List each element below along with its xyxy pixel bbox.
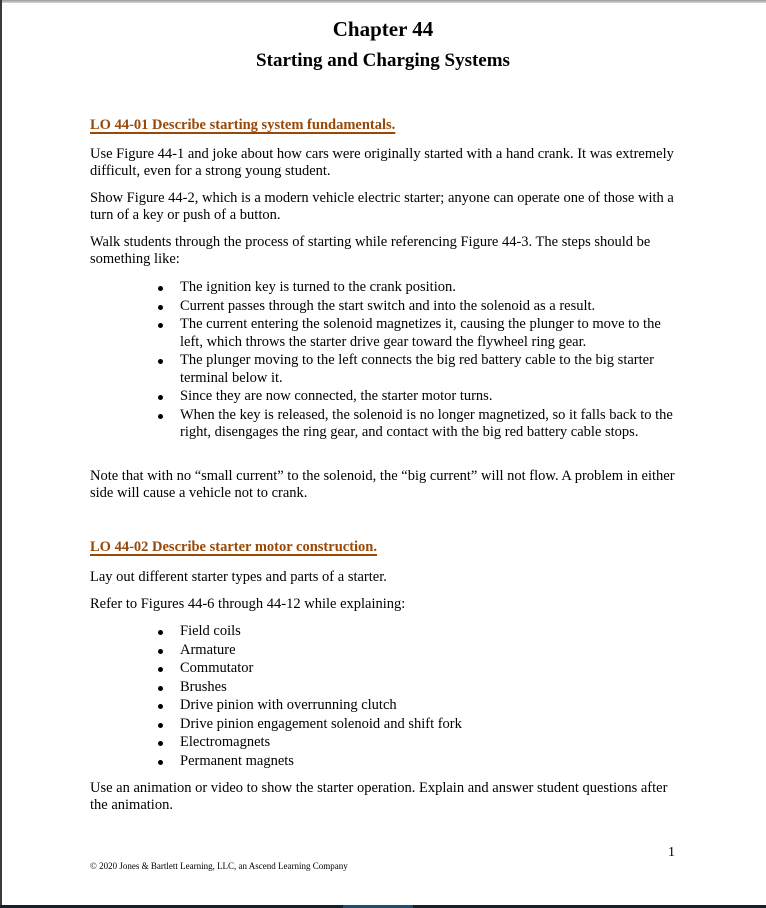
paragraph: Lay out different starter types and part… — [90, 569, 387, 585]
paragraph: Walk students through the process of sta… — [90, 234, 651, 267]
bullet-icon — [158, 722, 163, 728]
bullet-icon — [158, 741, 163, 746]
bullet-icon — [158, 685, 163, 691]
section-heading-lo-44-01: LO 44-01 Describe starting system fundam… — [90, 117, 396, 133]
list-item-text: The current entering the solenoid magnet… — [180, 316, 661, 350]
list-item-text: Commutator — [180, 660, 254, 676]
bullet-icon — [158, 630, 163, 635]
bullet-icon — [158, 648, 163, 654]
list-item-text: Permanent magnets — [180, 752, 294, 769]
chapter-title: Chapter 44 — [332, 17, 434, 41]
bullet-icon — [158, 667, 163, 672]
starter-parts-list: Field coils Armature Commutator Brushes … — [158, 623, 678, 771]
bullet-icon — [158, 359, 163, 364]
list-item: Field coils — [158, 623, 678, 641]
list-item-text: Current passes through the start switch … — [180, 297, 596, 314]
list-item: Drive pinion with overrunning clutch — [158, 697, 678, 715]
bullet-icon — [158, 413, 163, 419]
starting-steps-list: The ignition key is turned to the crank … — [158, 279, 678, 443]
list-item-text: Drive pinion with overrunning clutch — [180, 697, 397, 713]
chapter-subtitle: Starting and Charging Systems — [256, 50, 510, 71]
paragraph: Use Figure 44-1 and joke about how cars … — [90, 146, 674, 179]
list-item: Brushes — [158, 679, 678, 697]
list-item-text: Since they are now connected, the starte… — [180, 388, 493, 404]
list-item: When the key is released, the solenoid i… — [158, 407, 678, 442]
list-item-text: Brushes — [180, 678, 227, 695]
list-item: Since they are now connected, the starte… — [158, 388, 678, 406]
list-item: Electromagnets — [158, 734, 678, 752]
paragraph: Show Figure 44-2, which is a modern vehi… — [90, 190, 674, 223]
paragraph: Use an animation or video to show the st… — [90, 780, 668, 813]
list-item-text: Armature — [180, 641, 236, 658]
paragraph: Note that with no “small current” to the… — [90, 468, 675, 501]
list-item-text: The plunger moving to the left connects … — [180, 352, 654, 386]
footer-copyright: © 2020 Jones & Bartlett Learning, LLC, a… — [90, 861, 348, 871]
list-item: The current entering the solenoid magnet… — [158, 316, 678, 351]
list-item: The plunger moving to the left connects … — [158, 352, 678, 387]
list-item-text: When the key is released, the solenoid i… — [180, 406, 673, 441]
list-item-text: Electromagnets — [180, 734, 271, 750]
bullet-icon — [158, 304, 163, 310]
list-item: Permanent magnets — [158, 753, 678, 771]
list-item: Commutator — [158, 660, 678, 678]
previous-page-edge — [0, 0, 766, 3]
bullet-icon — [158, 395, 163, 400]
paragraph: Refer to Figures 44-6 through 44-12 whil… — [90, 596, 406, 612]
list-item-text: Drive pinion engagement solenoid and shi… — [180, 715, 462, 732]
bullet-icon — [158, 286, 163, 291]
page-left-border — [0, 0, 2, 908]
bullet-icon — [158, 323, 163, 328]
bullet-icon — [158, 704, 163, 709]
list-item: Current passes through the start switch … — [158, 298, 678, 316]
bullet-icon — [158, 759, 163, 765]
list-item: Armature — [158, 642, 678, 660]
list-item-text: The ignition key is turned to the crank … — [180, 279, 456, 295]
page-number: 1 — [668, 845, 675, 860]
list-item-text: Field coils — [180, 623, 241, 639]
list-item: Drive pinion engagement solenoid and shi… — [158, 716, 678, 734]
section-heading-lo-44-02: LO 44-02 Describe starter motor construc… — [90, 539, 377, 555]
list-item: The ignition key is turned to the crank … — [158, 279, 678, 297]
